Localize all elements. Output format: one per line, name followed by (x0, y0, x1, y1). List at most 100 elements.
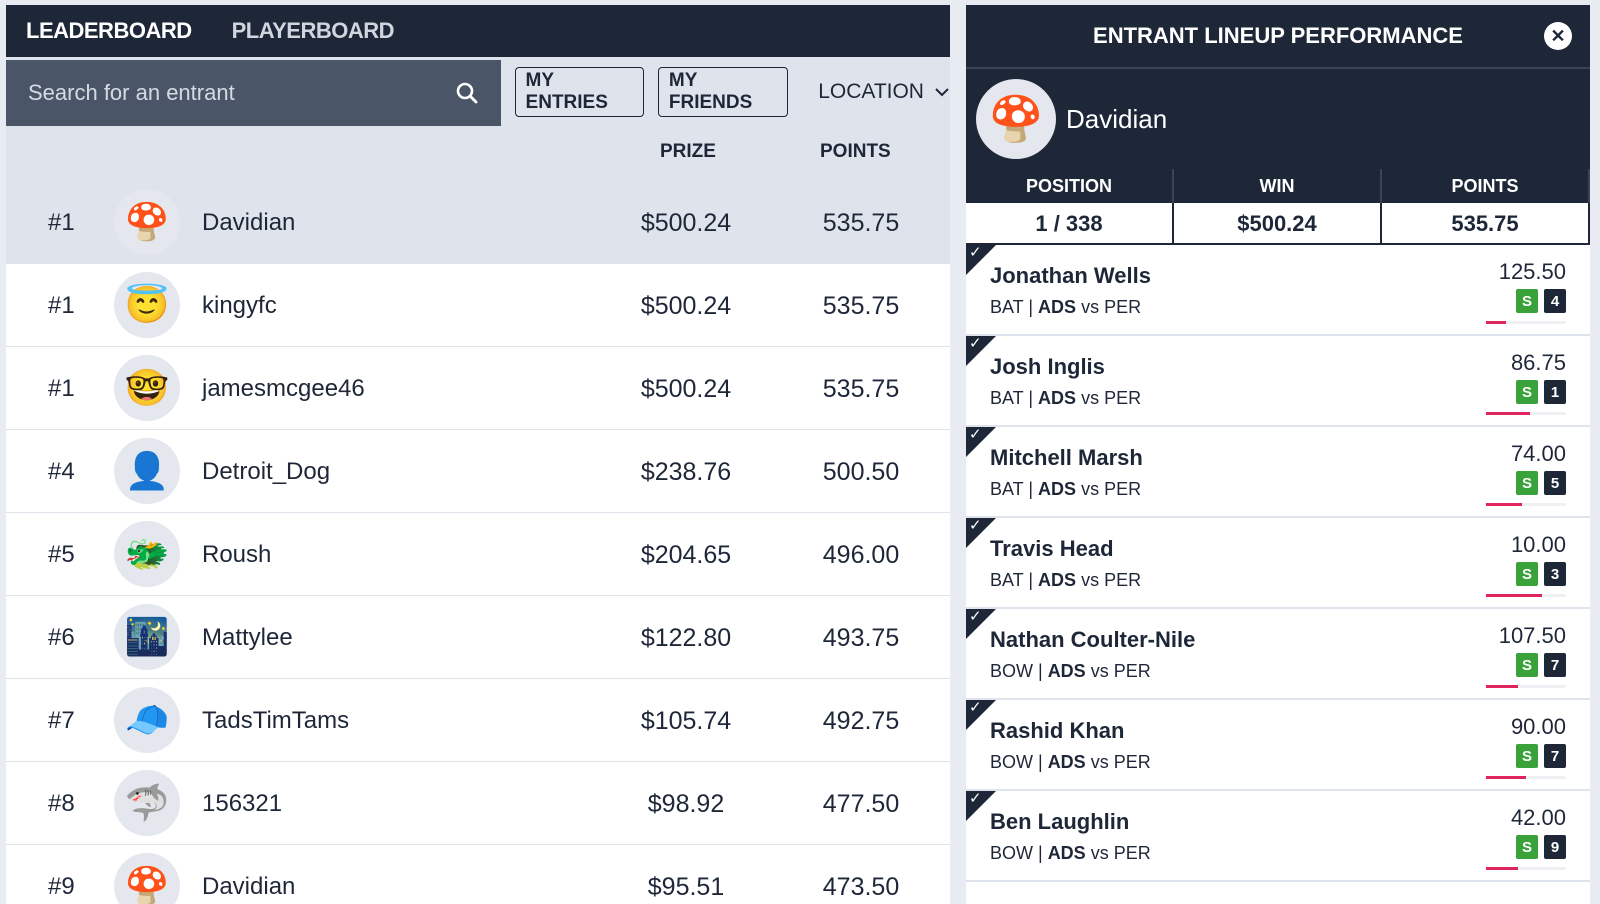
chevron-down-icon (935, 88, 949, 97)
list-item[interactable]: ✓ Nathan Coulter-Nile BOW | ADS vs PER 107.… (966, 608, 1590, 700)
status-badge: S (1516, 744, 1538, 768)
number-badge: 7 (1544, 653, 1566, 677)
entrant-name[interactable]: kingyfc (202, 292, 277, 320)
search-input[interactable] (28, 80, 448, 106)
location-label: LOCATION (818, 80, 924, 103)
points-value: 496.00 (822, 541, 900, 569)
status-badge: S (1516, 380, 1538, 404)
table-row[interactable]: #9 🍄 Davidian $95.51 473.50 (6, 845, 950, 904)
player-vs: vs (1090, 752, 1109, 772)
filter-bar: MY ENTRIES MY FRIENDS LOCATION (6, 57, 950, 127)
points-value: 493.75 (822, 624, 900, 652)
table-row[interactable]: #1 😇 kingyfc $500.24 535.75 (6, 264, 950, 347)
my-friends-button[interactable]: MY FRIENDS (657, 67, 789, 117)
search-box (6, 60, 501, 126)
player-opponent: PER (1113, 752, 1151, 772)
tab-leaderboard[interactable]: LEADERBOARD (26, 18, 192, 44)
progress-fill (1486, 867, 1518, 870)
entrant-name[interactable]: jamesmcgee46 (202, 375, 365, 403)
check-icon: ✓ (969, 790, 982, 807)
points-value: 535.75 (822, 292, 900, 320)
player-name: Ben Laughlin (990, 809, 1130, 834)
player-vs: vs (1081, 388, 1100, 408)
player-name: Mitchell Marsh (990, 445, 1143, 470)
player-vs: vs (1090, 661, 1109, 681)
player-points: 86.75 (1510, 350, 1566, 375)
check-icon: ✓ (969, 699, 982, 716)
entrant-name[interactable]: TadsTimTams (202, 707, 349, 735)
badges: S4 (1516, 289, 1566, 313)
player-team: ADS (1038, 388, 1077, 408)
prize-value: $122.80 (640, 624, 732, 652)
table-row[interactable]: #4 👤 Detroit_Dog $238.76 500.50 (6, 430, 950, 513)
table-row[interactable]: #8 🦈 156321 $98.92 477.50 (6, 762, 950, 845)
check-icon: ✓ (969, 608, 982, 625)
table-row[interactable]: #7 🧢 TadsTimTams $105.74 492.75 (6, 679, 950, 762)
table-row[interactable]: #5 🐲 Roush $204.65 496.00 (6, 513, 950, 596)
points-label: POINTS (1382, 169, 1590, 203)
status-badge: S (1516, 471, 1538, 495)
table-row[interactable]: #1 🍄 Davidian $500.24 535.75 (6, 181, 950, 264)
points-value: 535.75 (1382, 203, 1590, 245)
check-icon: ✓ (969, 517, 982, 534)
progress-track (1486, 503, 1566, 506)
player-points: 42.00 (1510, 805, 1566, 830)
board-tabs: LEADERBOARD PLAYERBOARD (6, 5, 950, 57)
player-role: BAT (990, 297, 1024, 317)
player-team: ADS (1038, 297, 1077, 317)
list-item[interactable]: ✓ Rashid Khan BOW | ADS vs PER 90.00 S 7 (966, 699, 1590, 791)
badges: S3 (1516, 562, 1566, 586)
number-badge: 3 (1544, 562, 1566, 586)
number-badge: 7 (1544, 744, 1566, 768)
entrant-name[interactable]: Mattylee (202, 624, 293, 652)
list-item[interactable]: ✓ Travis Head BAT | ADS vs PER 10.00 S 3 (966, 517, 1590, 609)
points-value: 477.50 (822, 790, 900, 818)
list-item[interactable]: ✓ Ben Laughlin BOW | ADS vs PER 42.00 S 9 (966, 790, 1590, 882)
table-row[interactable]: #6 🌃 Mattylee $122.80 493.75 (6, 596, 950, 679)
badges: S9 (1516, 835, 1566, 859)
list-item[interactable]: ✓ Jonathan Wells BAT | ADS vs PER 125.50 S 4 (966, 244, 1590, 336)
mushroom-avatar: 🍄 (114, 189, 180, 255)
mushroom-avatar: 🍄 (114, 853, 180, 904)
player-opponent: PER (1104, 570, 1142, 590)
location-dropdown[interactable]: LOCATION (818, 80, 950, 104)
player-list: ✓ Jonathan Wells BAT | ADS vs PER 125.50 S 4 ✓… (966, 244, 1590, 882)
player-points: 74.00 (1510, 441, 1566, 466)
cap-avatar: 🧢 (114, 687, 180, 753)
my-entries-button[interactable]: MY ENTRIES (514, 67, 644, 117)
player-team: ADS (1047, 752, 1086, 772)
player-opponent: PER (1104, 388, 1142, 408)
prize-value: $95.51 (647, 873, 725, 901)
player-info: BAT | ADS vs PER (990, 297, 1142, 317)
entrant-name[interactable]: Roush (202, 541, 271, 569)
search-icon[interactable] (455, 81, 479, 105)
progress-track (1486, 867, 1566, 870)
progress-track (1486, 685, 1566, 688)
number-badge: 1 (1544, 380, 1566, 404)
rank: #4 (48, 458, 75, 485)
points-value: 492.75 (822, 707, 900, 735)
entrant-name[interactable]: Davidian (202, 873, 295, 901)
player-name: Nathan Coulter-Nile (990, 627, 1196, 652)
entrant-name[interactable]: 156321 (202, 790, 282, 818)
entrant-name[interactable]: Davidian (202, 209, 295, 237)
player-role: BOW (990, 661, 1033, 681)
progress-fill (1486, 412, 1530, 415)
tab-playerboard[interactable]: PLAYERBOARD (232, 18, 395, 44)
close-button[interactable]: ✕ (1544, 22, 1572, 50)
rank: #9 (48, 873, 75, 900)
progress-fill (1486, 503, 1522, 506)
entrant-name[interactable]: Detroit_Dog (202, 458, 330, 486)
table-row[interactable]: #1 🤓 jamesmcgee46 $500.24 535.75 (6, 347, 950, 430)
prize-value: $98.92 (647, 790, 725, 818)
player-points: 90.00 (1510, 714, 1566, 739)
creature-avatar: 🐲 (114, 521, 180, 587)
list-item[interactable]: ✓ Josh Inglis BAT | ADS vs PER 86.75 S 1 (966, 335, 1590, 427)
rank: #1 (48, 292, 75, 319)
player-name: Rashid Khan (990, 718, 1125, 743)
progress-track (1486, 776, 1566, 779)
list-item[interactable]: ✓ Mitchell Marsh BAT | ADS vs PER 74.00 S 5 (966, 426, 1590, 518)
progress-fill (1486, 594, 1542, 597)
points-value: 535.75 (822, 375, 900, 403)
number-badge: 5 (1544, 471, 1566, 495)
